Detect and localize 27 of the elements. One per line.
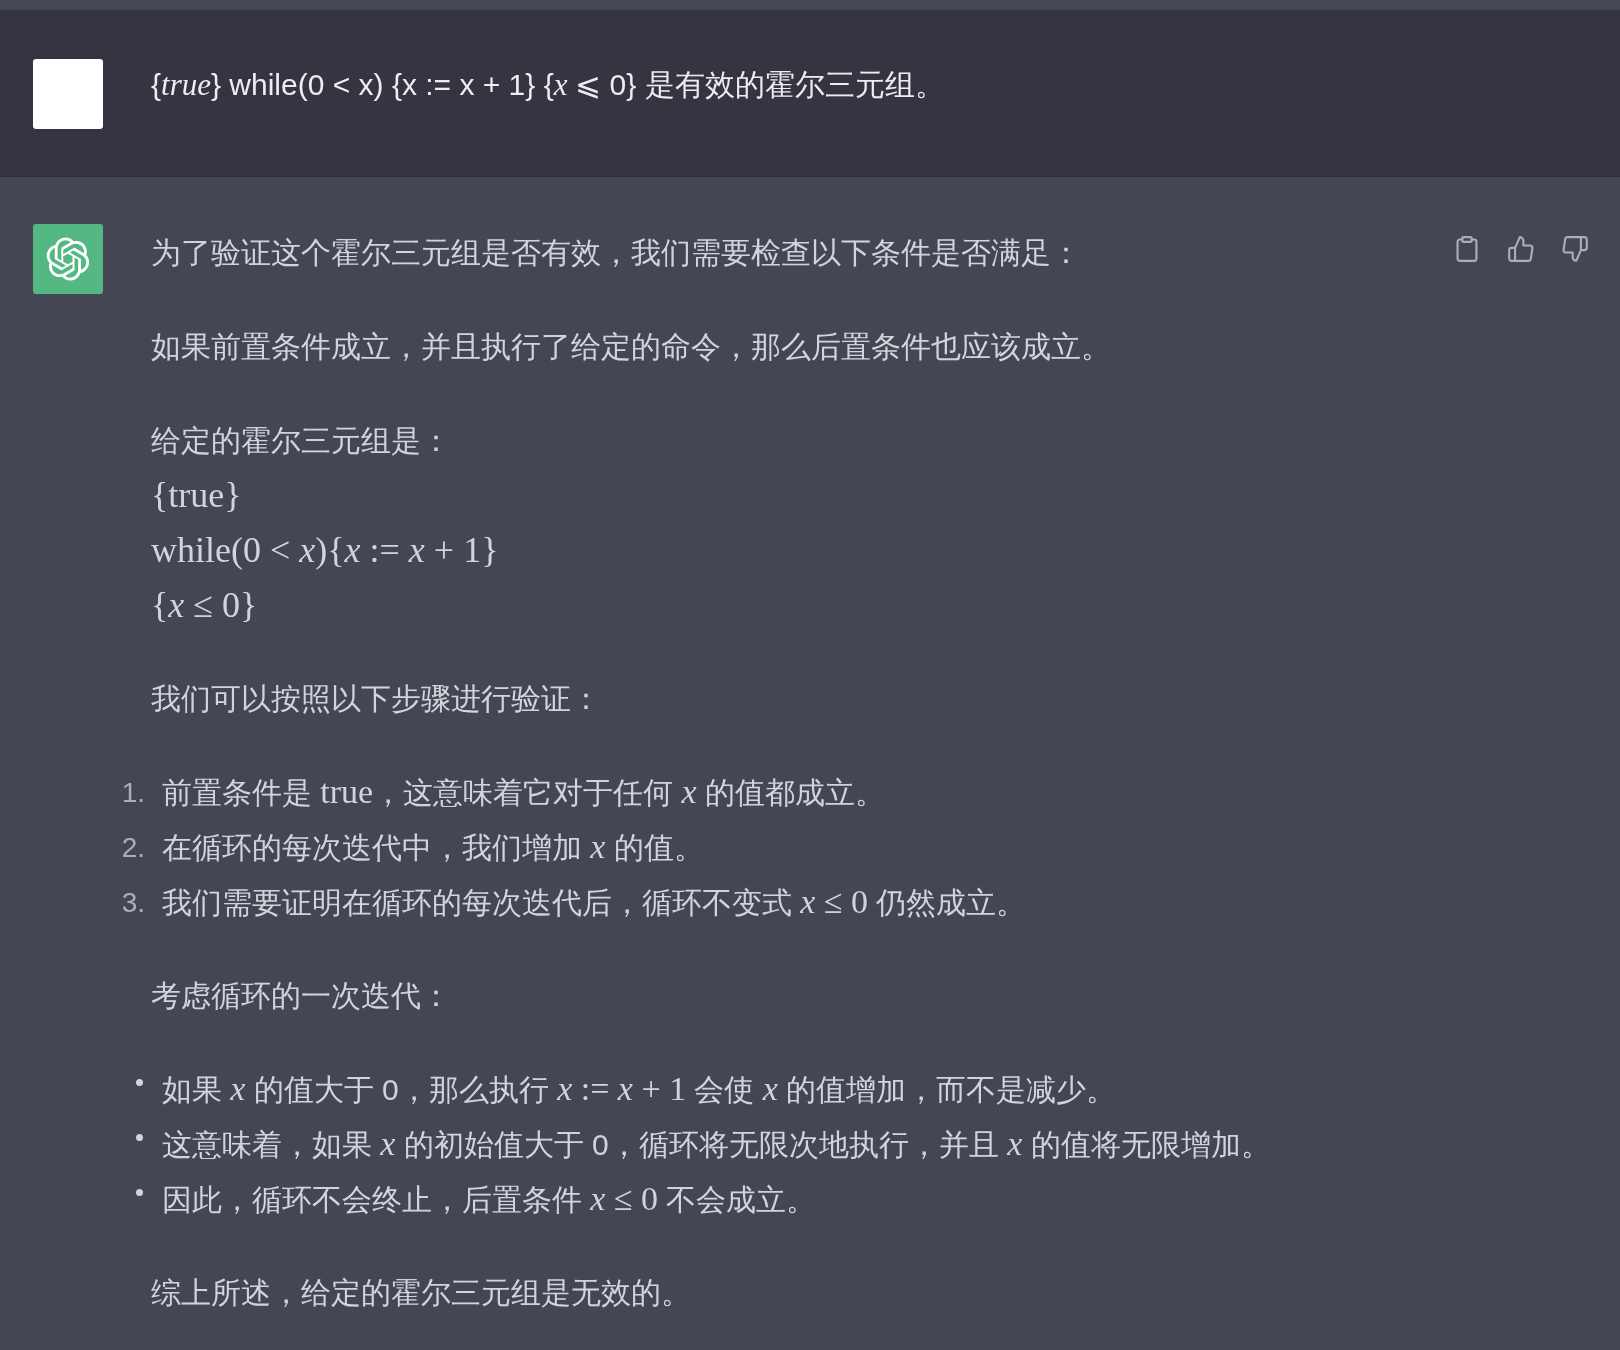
assistant-avatar-icon (33, 224, 103, 294)
list-number: 3. (121, 885, 145, 920)
paragraph-text: 如果前置条件成立，并且执行了给定的命令，那么后置条件也应该成立。 (151, 329, 1111, 365)
paragraph-text: 我们可以按照以下步骤进行验证： (151, 681, 601, 717)
list-item-text: 我们需要证明在循环的每次迭代后，循环不变式 x ≤ 0 仍然成立。 (162, 882, 1027, 922)
bullet-icon (136, 1079, 143, 1086)
avatar-placeholder (33, 59, 103, 129)
bullet-icon (136, 1189, 143, 1196)
bullet-icon (136, 1134, 143, 1141)
list-number: 1. (121, 775, 145, 810)
list-item-text: 在循环的每次迭代中，我们增加 x 的值。 (162, 827, 704, 867)
thumbs-down-icon[interactable] (1562, 236, 1588, 262)
list-item-text: 前置条件是 true，这意味着它对于任何 x 的值都成立。 (162, 772, 885, 812)
list-item-text: 如果 x 的值大于 0，那么执行 x := x + 1 会使 x 的值增加，而不是减少。 (162, 1069, 1117, 1109)
list-item-text: 因此，循环不会终止，后置条件 x ≤ 0 不会成立。 (162, 1179, 817, 1219)
thumbs-up-icon[interactable] (1508, 236, 1534, 262)
paragraph-text: 为了验证这个霍尔三元组是否有效，我们需要检查以下条件是否满足： (151, 235, 1081, 271)
user-message-text: {true} while(0 < x) {x := x + 1} {x ⩽ 0} 是有效的霍尔三元组。 (151, 66, 945, 104)
paragraph-text: 给定的霍尔三元组是： (151, 423, 451, 459)
list-number: 2. (121, 830, 145, 865)
paragraph-text: 综上所述，给定的霍尔三元组是无效的。 (151, 1275, 691, 1311)
math-formula-line: {true} (151, 474, 242, 517)
math-formula-line: while(0 < x){x := x + 1} (151, 529, 499, 572)
paragraph-text: 考虑循环的一次迭代： (151, 978, 451, 1014)
math-formula-line: {x ≤ 0} (151, 584, 258, 627)
clipboard-icon[interactable] (1454, 236, 1480, 262)
list-item-text: 这意味着，如果 x 的初始值大于 0，循环将无限次地执行，并且 x 的值将无限增加。 (162, 1124, 1271, 1164)
